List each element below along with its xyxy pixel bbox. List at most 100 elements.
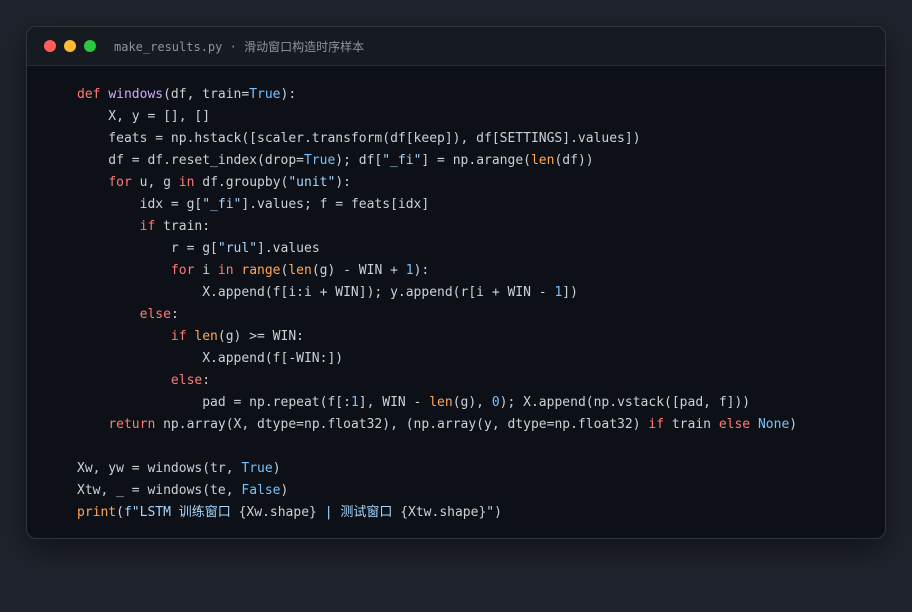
- code-token: (df, train=: [163, 87, 250, 102]
- code-token: (g) >= WIN:: [217, 329, 304, 344]
- code-token: Xw, yw = windows(tr,: [77, 461, 242, 476]
- code-token: :: [202, 373, 211, 388]
- editor-window: make_results.py · 滑动窗口构造时序样本 def windows…: [26, 26, 886, 539]
- code-token: len: [194, 329, 218, 344]
- code-line: Xtw, _ = windows(te, False): [77, 480, 885, 502]
- code-token: windows: [108, 87, 164, 102]
- code-line: if len(g) >= WIN:: [77, 326, 885, 348]
- code-token: ); X.append(np.vstack([pad, f])): [499, 395, 751, 410]
- code-token: X.append(f[-WIN:]): [77, 351, 344, 366]
- code-token: ):: [413, 263, 430, 278]
- code-area[interactable]: def windows(df, train=True): X, y = [], …: [27, 66, 885, 524]
- code-token: ); df[: [335, 153, 383, 168]
- code-token: pad = np.repeat(f[:: [77, 395, 351, 410]
- code-token: False: [241, 483, 281, 498]
- code-token: df = df.reset_index(drop=: [77, 153, 304, 168]
- code-token: 1: [405, 263, 414, 278]
- code-token: len: [429, 395, 453, 410]
- code-token: ): [494, 505, 502, 520]
- code-line: r = g["rul"].values: [77, 238, 885, 260]
- code-token: ": [486, 505, 495, 520]
- file-name: make_results.py: [114, 39, 223, 54]
- code-token: :: [170, 307, 179, 322]
- code-line: Xw, yw = windows(tr, True): [77, 458, 885, 480]
- code-token: "rul": [217, 241, 258, 256]
- code-line: def windows(df, train=True):: [77, 84, 885, 106]
- code-token: i: [194, 263, 218, 278]
- code-line: idx = g["_fi"].values; f = feats[idx]: [77, 194, 885, 216]
- code-token: in: [217, 263, 234, 278]
- title-bar: make_results.py · 滑动窗口构造时序样本: [27, 27, 885, 66]
- code-token: idx = g[: [77, 197, 203, 212]
- code-token: np.array(X, dtype=np.float32), (np.array…: [155, 417, 649, 432]
- code-token: "unit": [288, 175, 336, 190]
- code-line: print(f"LSTM 训练窗口 {Xw.shape} | 测试窗口 {Xtw…: [77, 502, 885, 524]
- code-token: if: [170, 329, 187, 344]
- code-token: X, y = [], []: [77, 109, 211, 124]
- code-token: if: [648, 417, 665, 432]
- window-subtitle: 滑动窗口构造时序样本: [244, 39, 365, 54]
- code-line: df = df.reset_index(drop=True); df["_fi"…: [77, 150, 885, 172]
- code-token: True: [249, 87, 281, 102]
- code-token: | 测试窗口: [316, 505, 401, 520]
- code-token: {Xtw.shape}: [400, 505, 487, 520]
- code-token: ].values; f = feats[idx]: [241, 197, 430, 212]
- code-line: X, y = [], []: [77, 106, 885, 128]
- code-line: else:: [77, 304, 885, 326]
- code-token: else: [170, 373, 203, 388]
- minimize-window-button[interactable]: [64, 40, 76, 52]
- code-line: if train:: [77, 216, 885, 238]
- title-separator: ·: [222, 39, 245, 54]
- code-token: ): [272, 461, 281, 476]
- code-token: len: [530, 153, 555, 168]
- code-line: return np.array(X, dtype=np.float32), (n…: [77, 414, 885, 436]
- code-token: ):: [280, 87, 297, 102]
- code-token: len: [288, 263, 312, 278]
- code-token: ] = np.arange(: [421, 153, 531, 168]
- code-token: f"LSTM 训练窗口: [123, 505, 239, 520]
- code-token: for: [108, 175, 132, 190]
- code-token: True: [241, 461, 273, 476]
- code-token: X.append(f[i:i + WIN]); y.append(r[i + W…: [77, 285, 555, 300]
- code-token: return: [108, 417, 156, 432]
- code-token: df.groupby(: [194, 175, 289, 190]
- code-token: Xtw, _ = windows(te,: [77, 483, 242, 498]
- code-token: print: [77, 505, 117, 520]
- code-token: r = g[: [77, 241, 218, 256]
- code-line: feats = np.hstack([scaler.transform(df[k…: [77, 128, 885, 150]
- code-token: ]): [562, 285, 578, 300]
- code-token: True: [303, 153, 336, 168]
- code-token: def: [77, 87, 101, 102]
- code-line: else:: [77, 370, 885, 392]
- code-token: {Xw.shape}: [238, 505, 317, 520]
- code-line: X.append(f[-WIN:]): [77, 348, 885, 370]
- maximize-window-button[interactable]: [84, 40, 96, 52]
- code-token: (g) - WIN +: [311, 263, 406, 278]
- code-token: ): [280, 483, 289, 498]
- code-token: in: [178, 175, 195, 190]
- code-token: feats = np.hstack([scaler.transform(df[k…: [77, 131, 641, 146]
- window-title: make_results.py · 滑动窗口构造时序样本: [114, 38, 364, 55]
- code-token: ):: [335, 175, 351, 190]
- code-token: None: [757, 417, 790, 432]
- code-token: 1: [350, 395, 359, 410]
- code-token: ], WIN -: [358, 395, 430, 410]
- code-token: "_fi": [202, 197, 242, 212]
- code-token: train:: [155, 219, 211, 234]
- close-window-button[interactable]: [44, 40, 56, 52]
- code-token: else: [139, 307, 171, 322]
- code-token: 0: [491, 395, 500, 410]
- code-token: ): [789, 417, 798, 432]
- code-token: "_fi": [382, 153, 422, 168]
- code-line: pad = np.repeat(f[:1], WIN - len(g), 0);…: [77, 392, 885, 414]
- code-token: ].values: [257, 241, 320, 256]
- code-token: range: [241, 263, 281, 278]
